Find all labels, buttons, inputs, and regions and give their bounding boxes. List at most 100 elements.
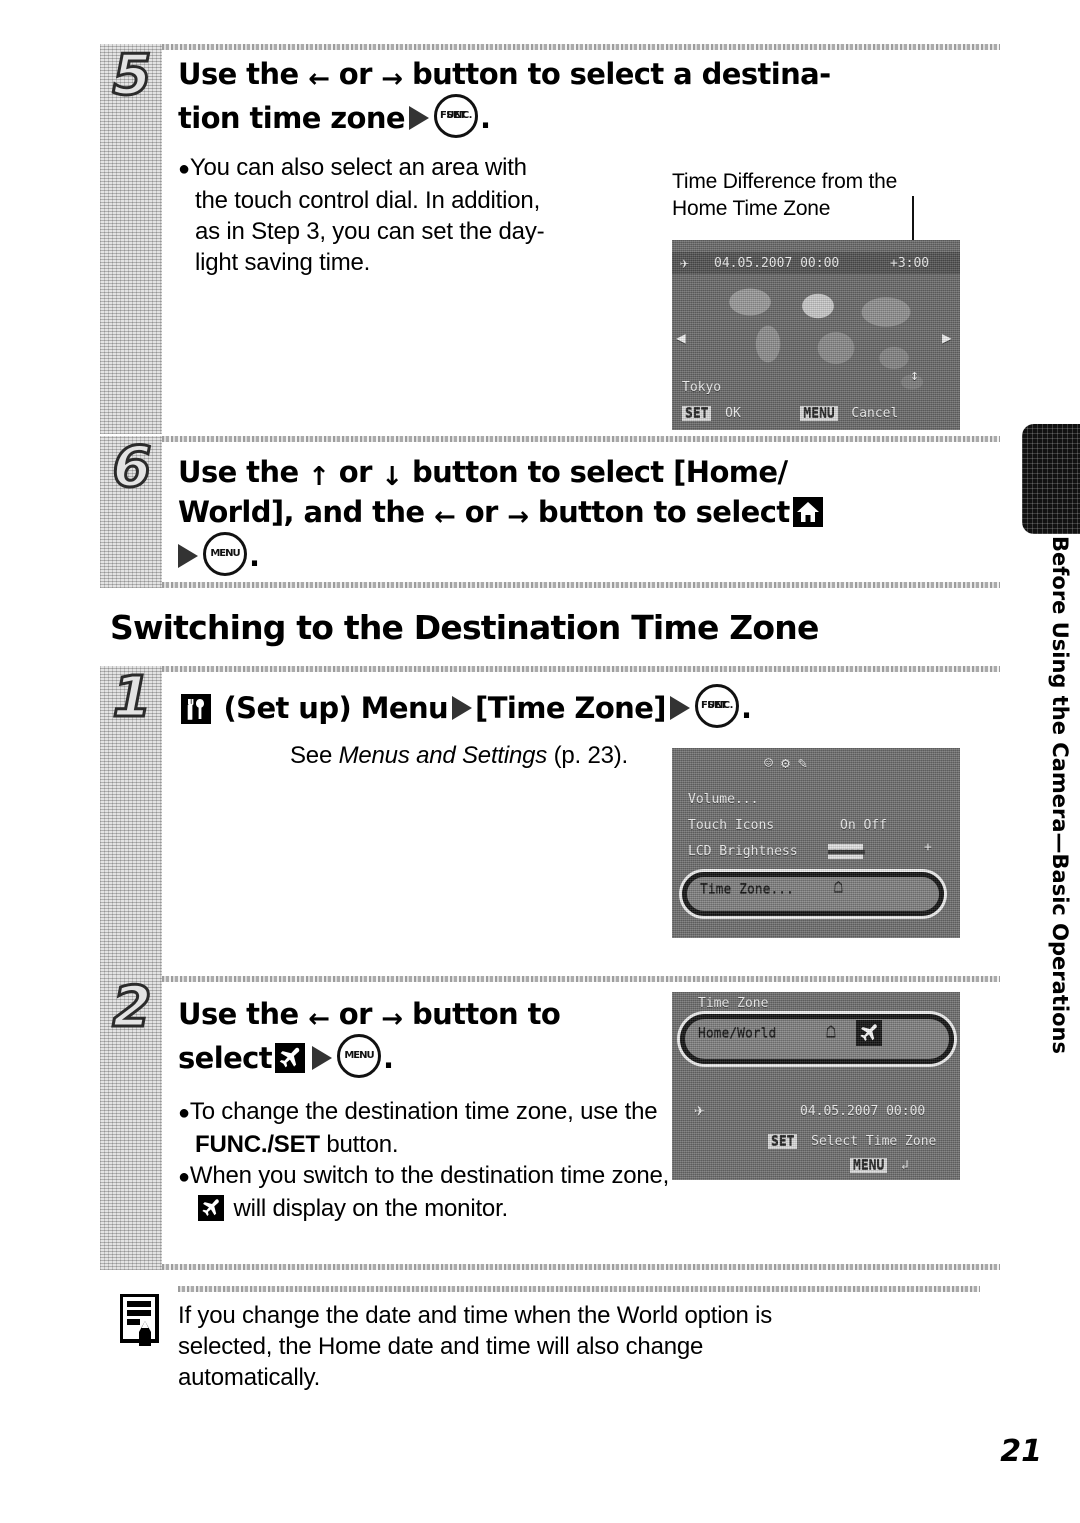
func-set-button-icon: FUNC. SET — [433, 94, 478, 138]
lcd-time-difference: +3:00 — [890, 256, 930, 271]
bullet-text-line: You can also select an area with — [189, 154, 527, 181]
step-block-5: 5 Use the ← or → button to select a dest… — [100, 44, 1000, 434]
menu-button-icon: MENU — [337, 1034, 381, 1078]
divider-rule — [162, 1264, 1000, 1270]
switch-step-2-heading-line2: select — [178, 1041, 273, 1075]
step-6-or-2: or — [464, 495, 499, 529]
menu-button-label: MENU — [344, 1050, 374, 1061]
note-line: automatically. — [178, 1364, 321, 1391]
menu-button-label: MENU — [210, 548, 240, 559]
step-5-heading: Use the ← or → button to select a destin… — [178, 54, 1000, 138]
bullet-dot-icon: ● — [178, 158, 190, 180]
lcd-home-world: Time Zone Home/World ☖ ✈ 04.05.2007 00:0… — [672, 992, 960, 1180]
time-difference-caption: Time Difference from the Home Time Zone — [672, 168, 972, 222]
bullet-item: ●You can also select an area with — [178, 152, 658, 185]
bullet-text-post: button. — [319, 1131, 399, 1158]
note-line: If you change the date and time when the… — [178, 1302, 773, 1329]
switch-step-2-bullet-list: ●To change the destination time zone, us… — [178, 1096, 678, 1224]
step-6-heading-text-b: button to select [Home/ — [411, 455, 788, 489]
bullet-item-cont: the touch control dial. In addition, — [178, 185, 658, 216]
bullet-text: When you switch to the destination time … — [189, 1162, 670, 1189]
lcd-menu-item-label-selected: Time Zone... — [700, 882, 794, 897]
bullet-text-post: will display on the monitor. — [227, 1195, 509, 1222]
step-5-bullet-list: ●You can also select an area with the to… — [178, 152, 658, 278]
bullet-dot-icon: ● — [178, 1102, 190, 1124]
lcd-time-zone-world-map: ✈ 04.05.2007 00:00 +3:00 ◀ ▶ ↕ Tokyo SET… — [672, 240, 960, 430]
lcd-hint-menu-label: Cancel — [851, 406, 899, 421]
see-italic-title: Menus and Settings — [338, 742, 548, 769]
see-prefix: See — [290, 742, 339, 769]
step-5-heading-line2: tion time zone — [178, 101, 406, 135]
lcd-hint-row-menu: MENU ↲ — [850, 1154, 909, 1173]
see-suffix: (p. 23). — [547, 742, 629, 769]
lcd-menu-tab-icons: ☺⚙✎ — [764, 754, 816, 772]
lcd-brightness-bar: ▬▬▬▬▬▬ — [828, 844, 865, 859]
next-step-triangle-icon — [452, 696, 473, 720]
lcd-date-time: 04.05.2007 00:00 — [800, 1104, 926, 1119]
lcd-menu-item-label: LCD Brightness — [688, 844, 798, 859]
lcd-hint-set-key: SET — [682, 406, 712, 421]
bullet-item: ●To change the destination time zone, us… — [178, 1096, 678, 1160]
arrow-left-icon: ← — [308, 64, 330, 94]
home-icon: ☖ — [834, 878, 844, 896]
step-6-period: . — [249, 539, 260, 573]
lcd-updown-marker: ↕ — [910, 366, 920, 384]
thumb-tab-marker — [1022, 424, 1080, 534]
next-step-triangle-icon — [669, 696, 690, 720]
step-block-switch-2: 2 Use the ← or → button to select MENU. ●… — [100, 976, 1000, 1270]
manual-page: 5 Use the ← or → button to select a dest… — [0, 0, 1080, 1523]
bullet-text-line: as in Step 3, you can set the day- — [195, 218, 545, 245]
divider-rule — [162, 976, 1000, 982]
switch-step-2-body: Use the ← or → button to select MENU. ●To… — [178, 994, 669, 1224]
step-number-6: 6 — [111, 435, 153, 500]
lcd-hint-row: SET OK MENU Cancel — [682, 402, 898, 421]
lcd-brightness-plus: + — [924, 840, 932, 855]
step-6-heading-text-a: Use the — [178, 455, 299, 489]
switch-step-1-heading-a: (Set up) Menu — [223, 691, 449, 725]
step-block-switch-1: 1 (Set up) Menu [Time Zone] FUNC. SET. See … — [100, 666, 1000, 978]
lcd-hint-set-label: OK — [725, 406, 741, 421]
divider-rule — [178, 1286, 980, 1292]
lcd-hint-menu-label: ↲ — [900, 1158, 909, 1173]
next-step-triangle-icon — [408, 106, 429, 130]
arrow-left-icon: ← — [434, 502, 456, 532]
switch-step-2-heading-b: button to — [411, 997, 561, 1031]
step-6-body: Use the ↑ or ↓ button to select [Home/ W… — [178, 452, 1000, 576]
home-icon: ☖ — [826, 1022, 836, 1041]
bullet-dot-icon: ● — [178, 1166, 190, 1188]
func-set-button-icon: FUNC. SET — [694, 684, 739, 728]
caption-line: Home Time Zone — [672, 197, 831, 220]
switch-step-1-period: . — [740, 691, 752, 725]
lcd-airplane-indicator: ✈ — [694, 1100, 705, 1121]
note-text: If you change the date and time when the… — [178, 1300, 980, 1393]
lcd-hint-set-key: SET — [768, 1134, 798, 1149]
bullet-item: ●When you switch to the destination time… — [178, 1160, 678, 1224]
step-5-heading-text-a: Use the — [178, 57, 299, 91]
lcd-hint-set-label: Select Time Zone — [811, 1134, 937, 1149]
step-number-1: 1 — [111, 665, 153, 730]
bullet-item-cont: as in Step 3, you can set the day- — [178, 216, 658, 247]
bullet-text-bold: FUNC./SET — [195, 1131, 320, 1158]
switch-step-2-heading-a: Use the — [178, 997, 299, 1031]
step-6-or: or — [338, 455, 373, 489]
step-number-5: 5 — [111, 43, 153, 108]
airplane-world-icon — [856, 1020, 882, 1046]
lcd-date-time: 04.05.2007 00:00 — [714, 256, 840, 271]
func-set-label-2: SET — [446, 110, 466, 121]
lcd-right-arrow-marker: ▶ — [942, 328, 952, 347]
lcd-menu-item-value: On Off — [840, 818, 887, 833]
lcd-set-up-menu: ☺⚙✎ Volume... Touch Icons On Off LCD Bri… — [672, 748, 960, 938]
step-6-heading-line2-a: World], and the — [178, 495, 425, 529]
page-number: 21 — [1000, 1434, 1042, 1469]
switch-step-2-period: . — [383, 1041, 394, 1075]
func-set-label-2: SET — [707, 700, 727, 711]
step-number-2: 2 — [111, 975, 153, 1040]
step-5-or: or — [338, 57, 373, 91]
arrow-up-icon: ↑ — [308, 462, 330, 492]
bullet-item-cont: light saving time. — [178, 247, 658, 278]
airplane-world-icon — [198, 1195, 224, 1221]
next-step-triangle-icon — [312, 1046, 332, 1070]
arrow-left-icon: ← — [308, 1004, 330, 1034]
lcd-screen-title: Time Zone — [698, 996, 769, 1011]
arrow-right-icon: → — [381, 64, 403, 94]
